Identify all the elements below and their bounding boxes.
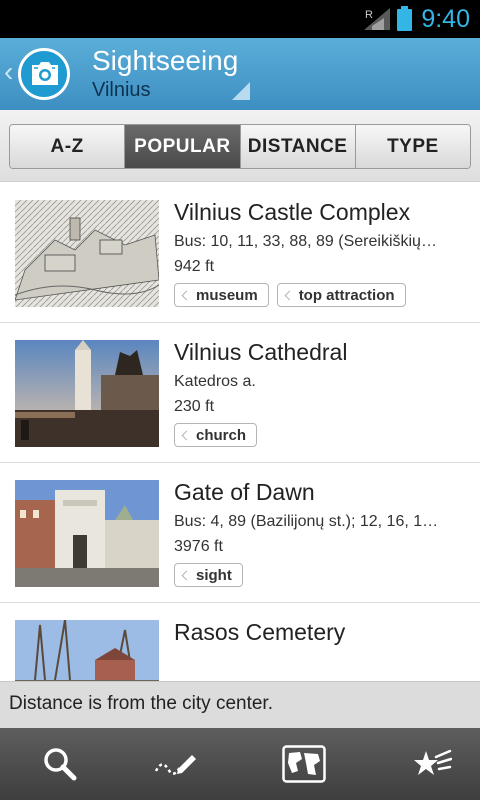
- item-distance: 230 ft: [174, 398, 215, 415]
- roaming-indicator: R: [365, 9, 373, 21]
- item-tags: church: [174, 423, 258, 447]
- item-name: Rasos Cemetery: [174, 619, 346, 645]
- list-item[interactable]: Rasos Cemetery: [0, 603, 480, 681]
- favorites-button[interactable]: [372, 728, 480, 800]
- favorites-stars-icon: [414, 749, 452, 775]
- item-distance: 942 ft: [174, 258, 215, 275]
- search-button[interactable]: [0, 728, 120, 800]
- item-address: Katedros a.: [174, 373, 256, 390]
- tag-badge[interactable]: church: [174, 423, 258, 447]
- search-icon: [44, 748, 77, 781]
- list-item[interactable]: Gate of Dawn Bus: 4, 89 (Bazilijonų st.)…: [0, 463, 480, 603]
- tab-type[interactable]: TYPE: [355, 125, 470, 168]
- bottom-toolbar: [0, 728, 480, 800]
- battery-icon: [397, 6, 412, 31]
- list-item[interactable]: Vilnius Cathedral Katedros a. 230 ft chu…: [0, 323, 480, 463]
- item-address: Bus: 10, 11, 33, 88, 89 (Sereikiškių…: [174, 233, 437, 250]
- info-text: Distance is from the city center.: [9, 693, 273, 714]
- list-item[interactable]: Vilnius Castle Complex Bus: 10, 11, 33, …: [0, 183, 480, 323]
- tag-icon: [181, 570, 192, 580]
- action-bar: ‹ Sightseeing Vilnius: [0, 38, 480, 110]
- item-name: Gate of Dawn: [174, 479, 315, 505]
- tab-distance[interactable]: DISTANCE: [240, 125, 356, 168]
- page-title: Sightseeing: [92, 45, 239, 76]
- tag-badge[interactable]: museum: [174, 283, 269, 307]
- chevron-left-icon[interactable]: ‹: [4, 56, 13, 88]
- tag-icon: [181, 290, 192, 300]
- cathedral-thumbnail: [15, 340, 159, 447]
- signal-icon: R: [364, 8, 390, 30]
- map-button[interactable]: [244, 728, 364, 800]
- sort-tabs: A-Z POPULAR DISTANCE TYPE: [9, 124, 471, 169]
- gate-of-dawn-thumbnail: [15, 480, 159, 587]
- tab-a-z[interactable]: A-Z: [10, 125, 126, 168]
- tag-badge[interactable]: top attraction: [276, 283, 406, 307]
- item-name: Vilnius Cathedral: [174, 339, 348, 365]
- item-tags: museum top attraction: [174, 283, 406, 307]
- tag-icon: [181, 430, 192, 440]
- sights-list: Vilnius Castle Complex Bus: 10, 11, 33, …: [0, 183, 480, 681]
- sort-tab-area: A-Z POPULAR DISTANCE TYPE: [0, 110, 480, 182]
- item-name: Vilnius Castle Complex: [174, 199, 411, 225]
- tab-popular[interactable]: POPULAR: [125, 125, 241, 168]
- city-selector[interactable]: Vilnius: [92, 78, 151, 102]
- info-bar: Distance is from the city center.: [0, 681, 480, 728]
- tag-icon: [284, 290, 295, 300]
- dropdown-indicator-icon[interactable]: [232, 82, 250, 100]
- camera-icon[interactable]: [18, 48, 70, 100]
- item-tags: sight: [174, 563, 243, 587]
- item-address: Bus: 4, 89 (Bazilijonų st.); 12, 16, 1…: [174, 513, 439, 530]
- rasos-cemetery-thumbnail: [15, 620, 159, 681]
- item-distance: 3976 ft: [174, 538, 223, 555]
- status-bar: R 9:40: [0, 0, 480, 38]
- notes-button[interactable]: [115, 728, 235, 800]
- castle-complex-thumbnail: [15, 200, 159, 307]
- map-icon: [282, 745, 326, 783]
- status-time: 9:40: [421, 5, 470, 33]
- tag-badge[interactable]: sight: [174, 563, 243, 587]
- pencil-icon: [154, 755, 196, 775]
